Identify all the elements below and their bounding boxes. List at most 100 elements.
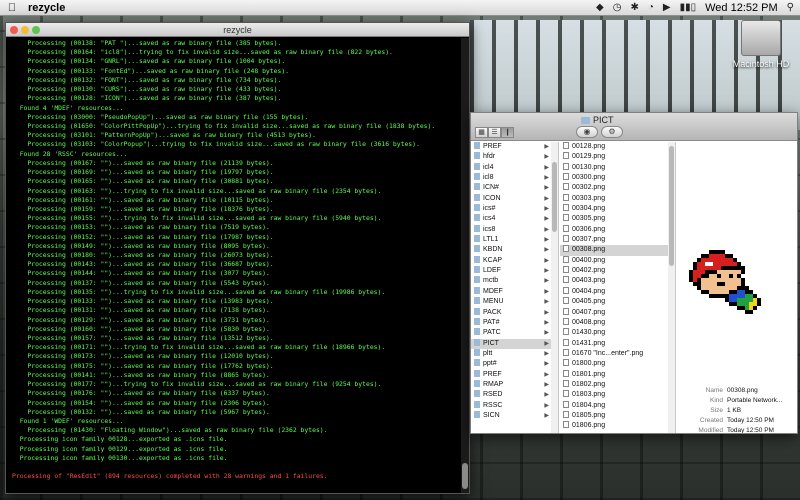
folder-icon — [581, 117, 590, 124]
png-file-icon — [563, 183, 569, 191]
column-view-button[interactable]: ❙ — [501, 127, 514, 138]
file-item[interactable]: 00403.png — [560, 276, 675, 286]
wifi-icon[interactable]: ◔ — [648, 2, 654, 13]
resource-type-item[interactable]: LTL1 ▶ — [471, 235, 558, 245]
resource-type-item[interactable]: ics# ▶ — [471, 204, 558, 214]
sprite-pixel — [729, 274, 733, 278]
file-item[interactable]: 00129.png — [560, 152, 675, 162]
resource-type-item[interactable]: ICN# ▶ — [471, 183, 558, 193]
column2-scroll-thumb[interactable] — [669, 146, 674, 266]
dropbox-icon[interactable]: ◆ — [596, 2, 604, 13]
macintosh-hd-desktop-icon[interactable]: Macintosh HD — [724, 20, 798, 69]
file-item[interactable]: 00130.png — [560, 162, 675, 173]
resource-type-item[interactable]: ics4 ▶ — [471, 214, 558, 224]
column1-scroll-thumb[interactable] — [552, 162, 557, 232]
file-item[interactable]: 00302.png — [560, 183, 675, 193]
column1-scrollbar[interactable] — [551, 142, 558, 433]
file-name-label: 00408.png — [572, 318, 606, 326]
resource-type-item[interactable]: icl4 ▶ — [471, 162, 558, 173]
resource-type-item[interactable]: LDEF ▶ — [471, 266, 558, 276]
file-item[interactable]: 01670 "Inc...enter".png — [560, 348, 675, 359]
file-item[interactable]: 00308.png — [560, 245, 675, 256]
resource-type-item[interactable]: ICON ▶ — [471, 193, 558, 204]
spotlight-icon[interactable]: ⚲ — [787, 2, 794, 13]
menu-clock[interactable]: Wed 12:52 PM — [705, 2, 778, 14]
file-item[interactable]: 00400.png — [560, 255, 675, 266]
file-item[interactable]: 00405.png — [560, 297, 675, 307]
file-item[interactable]: 00407.png — [560, 307, 675, 318]
file-item[interactable]: 00128.png — [560, 142, 675, 152]
file-item[interactable]: 01806.png — [560, 421, 675, 431]
resource-type-item[interactable]: icl8 ▶ — [471, 173, 558, 183]
bluetooth-icon[interactable]: ✱ — [630, 2, 638, 13]
terminal-line: Processing (03101: "PatternPopUp")...sav… — [12, 131, 316, 140]
app-menu-name[interactable]: rezycle — [24, 2, 65, 14]
file-item[interactable]: 01800.png — [560, 359, 675, 369]
file-item[interactable]: 01805.png — [560, 410, 675, 421]
resource-type-item[interactable]: hfdr ▶ — [471, 152, 558, 162]
resource-type-item[interactable]: RMAP ▶ — [471, 379, 558, 390]
terminal-titlebar[interactable]: rezycle — [6, 23, 469, 37]
resource-type-label: MDEF — [483, 287, 503, 295]
resource-type-item[interactable]: RSSC ▶ — [471, 400, 558, 411]
sprite-pixel — [721, 270, 725, 274]
file-item[interactable]: 00300.png — [560, 173, 675, 183]
volume-icon[interactable]: ▶ — [663, 2, 671, 13]
battery-icon[interactable]: ▮▮▯ — [680, 2, 697, 13]
file-item[interactable]: 00307.png — [560, 235, 675, 245]
zoom-button[interactable] — [32, 26, 40, 34]
info-row: Created Today 12:50 PM — [677, 416, 797, 426]
file-item[interactable]: 01802.png — [560, 379, 675, 390]
resource-type-item[interactable]: ics8 ▶ — [471, 224, 558, 235]
time-machine-icon[interactable]: ◷ — [613, 2, 622, 13]
file-item[interactable]: 00303.png — [560, 193, 675, 204]
sprite-pixel — [741, 306, 745, 310]
sprite-pixel — [725, 298, 729, 302]
terminal-output[interactable]: Processing (00138: "PAT ")...saved as ra… — [6, 38, 461, 493]
file-item[interactable]: 00408.png — [560, 317, 675, 328]
resource-type-item[interactable]: MENU ▶ — [471, 297, 558, 307]
resource-type-item[interactable]: SICN ▶ — [471, 410, 558, 421]
column2-scrollbar[interactable] — [668, 142, 675, 433]
resource-type-item[interactable]: ppt# ▶ — [471, 359, 558, 369]
resource-type-item[interactable]: KCAP ▶ — [471, 255, 558, 266]
resource-type-item[interactable]: PACK ▶ — [471, 307, 558, 318]
action-menu-button[interactable]: ⚙ — [601, 126, 623, 138]
file-item[interactable]: 01804.png — [560, 400, 675, 411]
resource-type-item[interactable]: PREF ▶ — [471, 142, 558, 152]
file-item[interactable]: 00402.png — [560, 266, 675, 276]
resource-type-item[interactable]: MDEF ▶ — [471, 286, 558, 297]
minimize-button[interactable] — [21, 26, 29, 34]
resource-type-item[interactable]: pltt ▶ — [471, 348, 558, 359]
apple-menu-icon[interactable]:  — [0, 2, 24, 14]
sprite-pixel — [729, 258, 733, 262]
file-item[interactable]: 00305.png — [560, 214, 675, 224]
info-key: Kind — [709, 397, 723, 404]
icon-view-button[interactable]: ▦ — [475, 127, 488, 138]
sprite-pixel — [701, 274, 705, 278]
file-item[interactable]: 00404.png — [560, 286, 675, 297]
resource-type-item[interactable]: PATC ▶ — [471, 328, 558, 338]
resource-type-item[interactable]: RSED ▶ — [471, 390, 558, 400]
resource-type-item[interactable]: KBDN ▶ — [471, 245, 558, 255]
terminal-scrollbar[interactable] — [461, 38, 469, 493]
resource-type-item[interactable]: mctb ▶ — [471, 276, 558, 286]
eye-icon: ◉ — [583, 127, 591, 136]
resource-type-item[interactable]: PAT# ▶ — [471, 317, 558, 328]
file-item[interactable]: 00306.png — [560, 224, 675, 235]
sprite-pixel — [701, 278, 705, 282]
file-item[interactable]: 01431.png — [560, 338, 675, 349]
file-item[interactable]: 01801.png — [560, 369, 675, 380]
quick-look-button[interactable]: ◉ — [576, 126, 598, 138]
terminal-line: Processing (00149: "")...saved as raw bi… — [12, 241, 270, 250]
file-item[interactable]: 01803.png — [560, 390, 675, 400]
list-view-button[interactable]: ☰ — [488, 127, 501, 138]
sprite-pixel — [741, 294, 745, 298]
terminal-scroll-thumb[interactable] — [462, 463, 468, 489]
resource-type-item[interactable]: PREF ▶ — [471, 369, 558, 380]
file-item[interactable]: 01430.png — [560, 328, 675, 338]
file-name-label: 01803.png — [572, 391, 606, 399]
resource-type-item[interactable]: PICT ▶ — [471, 338, 558, 349]
close-button[interactable] — [10, 26, 18, 34]
file-item[interactable]: 00304.png — [560, 204, 675, 214]
